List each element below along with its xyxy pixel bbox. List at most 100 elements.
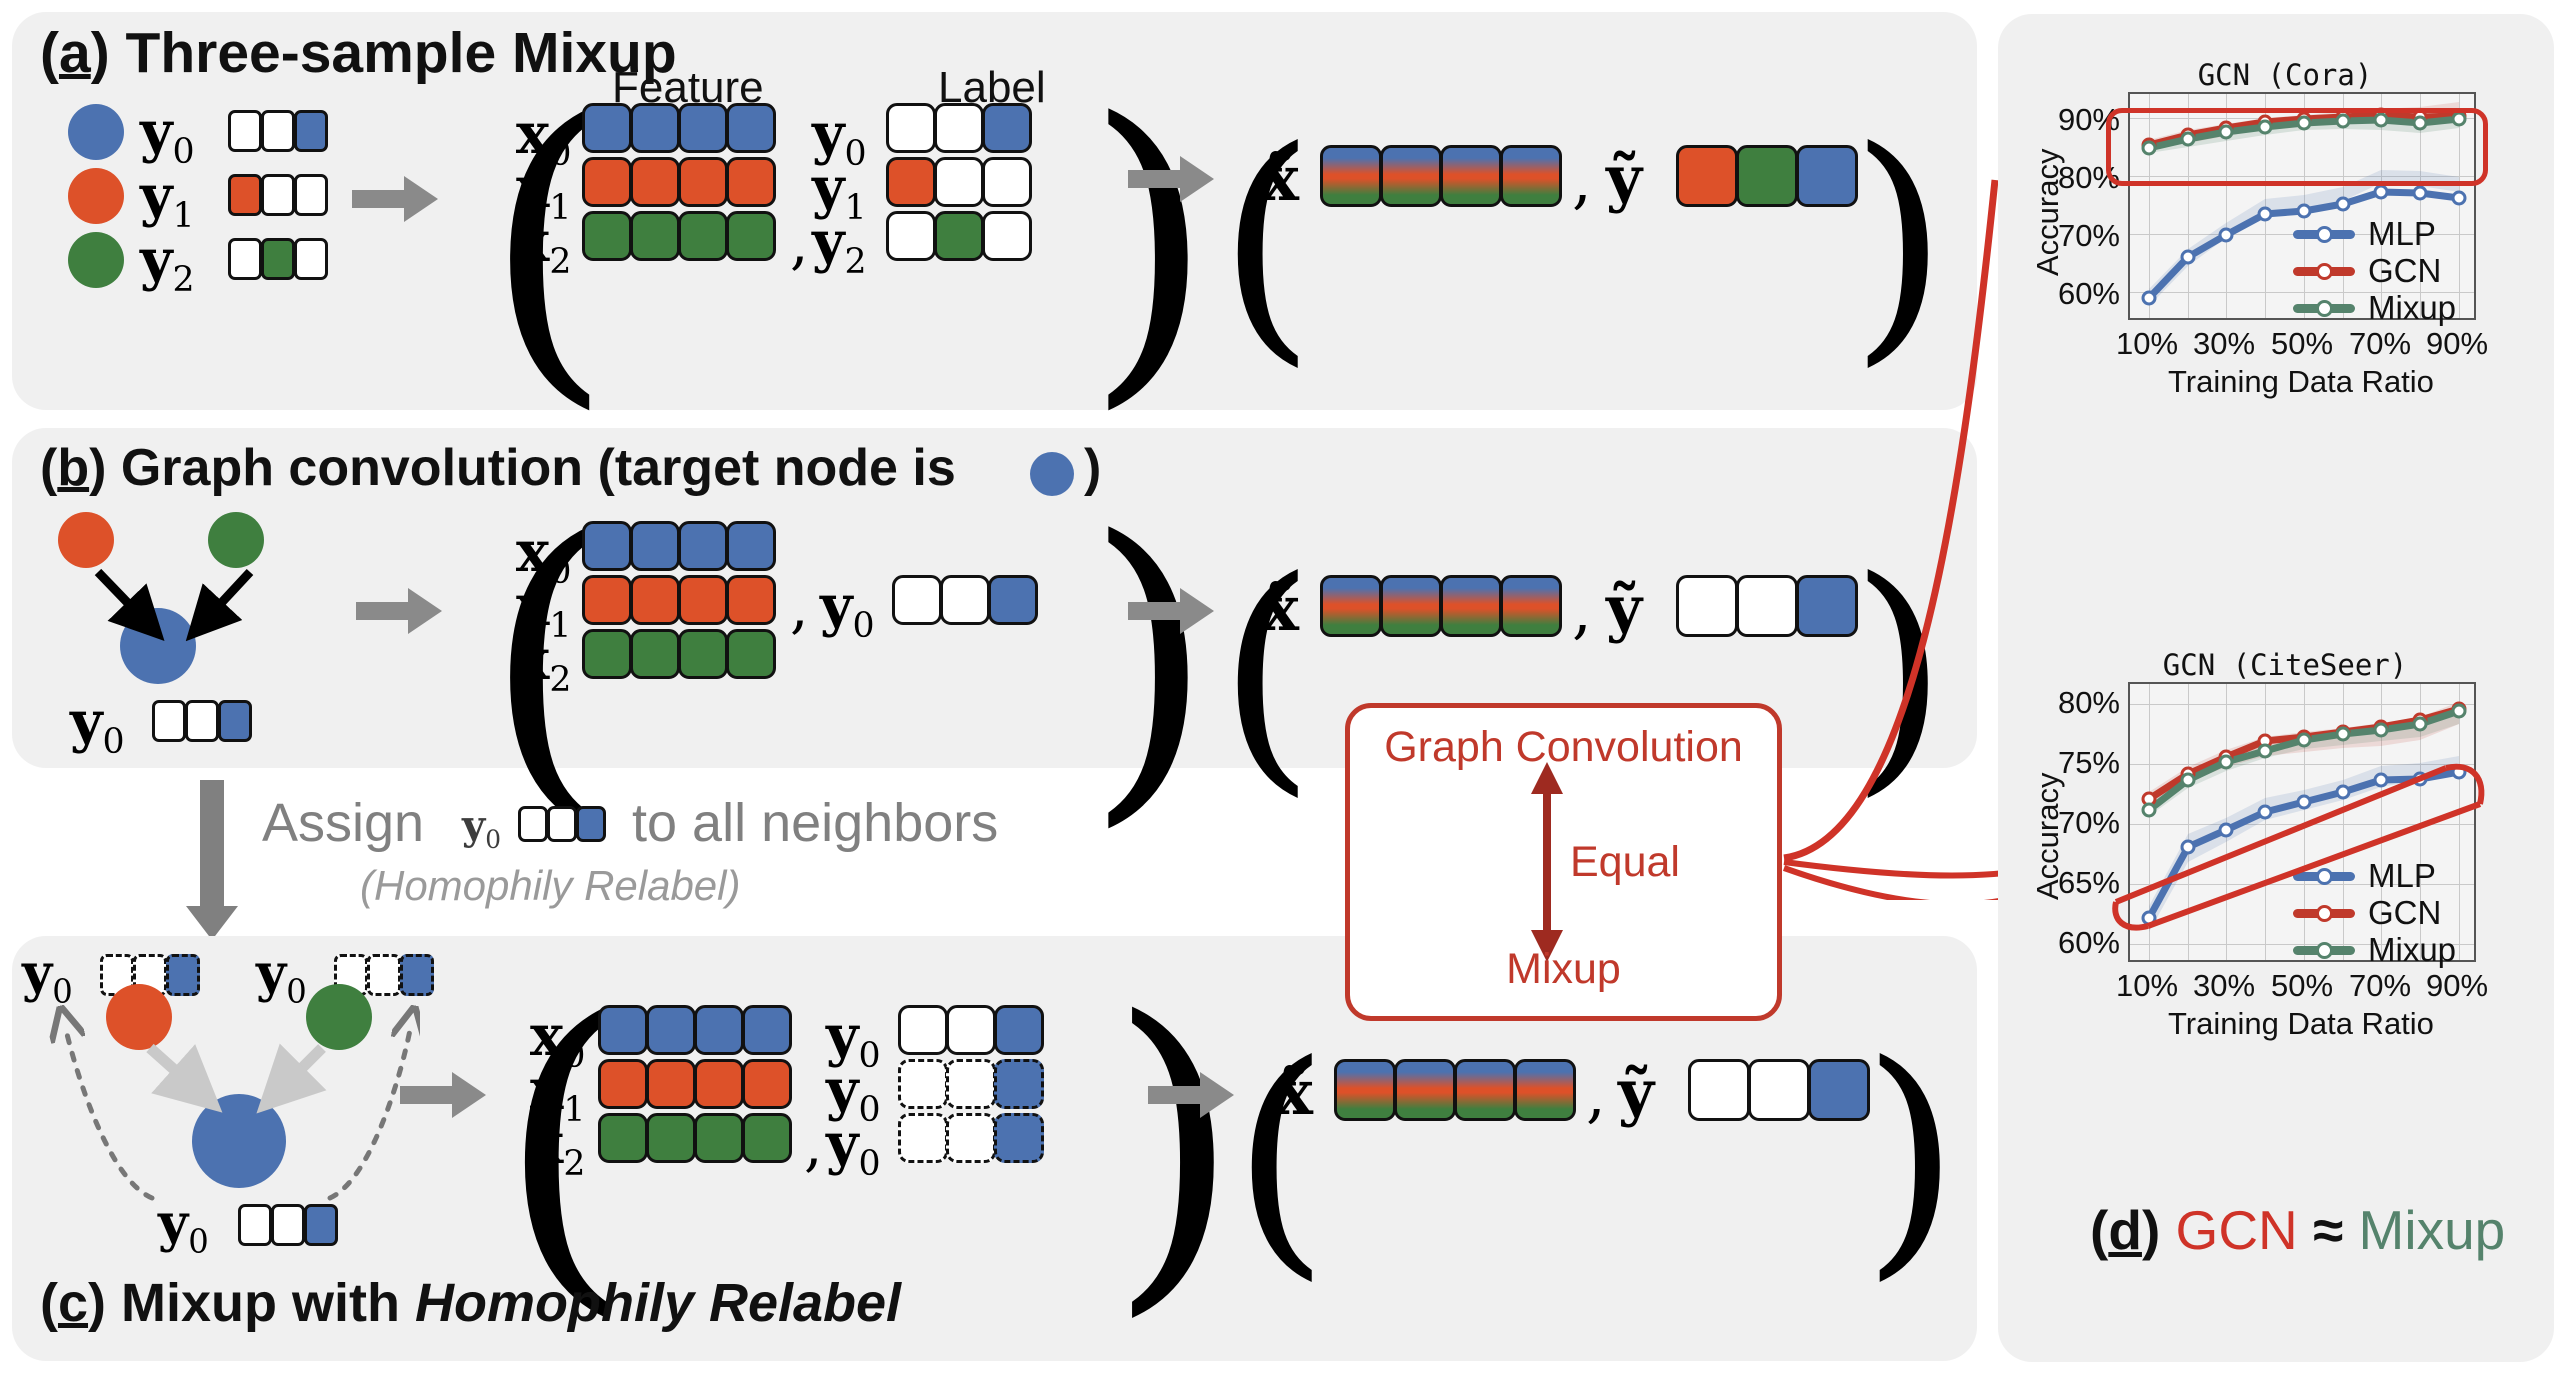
label-vector-bottom-c [238, 1204, 338, 1246]
mixed-feature-cell [1320, 575, 1382, 637]
feature-cell [694, 1059, 744, 1109]
comma-c-result: , [1586, 1058, 1606, 1131]
label-vector-y0-a [228, 110, 328, 152]
legend-swatch [2293, 299, 2355, 317]
feature-cell [678, 521, 728, 571]
chart-cora-highlight-box [2106, 108, 2488, 186]
label-row-y0-b [892, 575, 1038, 625]
sym-xtilde-a: x̃ [1262, 142, 1299, 215]
label-y0-b: y0 [70, 689, 125, 763]
sym-xtilde-b: x̃ [1262, 572, 1299, 645]
legend-marker [2315, 262, 2333, 280]
label-cell [261, 174, 295, 216]
feature-row-x0-b [582, 521, 776, 571]
assign-text-1: Assign [262, 793, 425, 853]
bracket-close-c: ) [1108, 950, 1241, 1346]
bracket-close-c-result: ) [1862, 1011, 1960, 1302]
chart-cora-title: GCN (Cora) [2197, 58, 2373, 92]
panel-d-caption-gcn: GCN [2175, 1199, 2298, 1261]
mixed-feature-row-a [1320, 145, 1562, 207]
panel-c-caption: (c) Mixup with Homophily Relabel [40, 1273, 902, 1333]
label-cell [940, 575, 990, 625]
mixed-feature-cell [1380, 145, 1442, 207]
approx-icon: ≈ [2313, 1199, 2344, 1261]
label-cell [152, 700, 186, 742]
label-cell [898, 1059, 948, 1109]
feature-cell [598, 1005, 648, 1055]
label-cell [886, 211, 936, 261]
label-cell [238, 1204, 272, 1246]
label-y2-a: y2 [140, 227, 195, 301]
arrow-right-b2 [1128, 588, 1214, 634]
sym-ytilde-a: ỹ [1606, 142, 1643, 215]
label-cell [294, 174, 328, 216]
legend-swatch [2293, 262, 2355, 280]
label-cell [898, 1005, 948, 1055]
chart-cora-legend-mlp: MLP [2293, 215, 2436, 253]
graph-edges-b [94, 568, 254, 642]
label-cell [271, 1204, 305, 1246]
assign-sym-y0: y0 [462, 802, 502, 854]
feature-cell [582, 629, 632, 679]
label-cell [994, 1059, 1044, 1109]
label-cell [547, 806, 577, 842]
mixed-feature-cell [1500, 575, 1562, 637]
feature-cell [726, 157, 776, 207]
label-row-y2-a [886, 211, 1032, 261]
feature-cell [742, 1059, 792, 1109]
arrow-right-c1 [400, 1072, 486, 1118]
legend-label: MLP [2368, 215, 2436, 252]
equal-box-middle-label: Equal [1570, 838, 1680, 886]
label-vector-y2-a [228, 238, 328, 280]
feature-cell [678, 211, 728, 261]
assign-subtext: (Homophily Relabel) [360, 862, 741, 909]
mixed-feature-cell [1440, 575, 1502, 637]
label-cell [994, 1113, 1044, 1163]
label-cell [898, 1113, 948, 1163]
legend-label: Mixup [2368, 289, 2457, 326]
feature-cell [598, 1059, 648, 1109]
sym-ytilde-c: ỹ [1618, 1056, 1655, 1129]
label-cell [261, 238, 295, 280]
comma-a: , [790, 209, 809, 277]
chart-cora-ytick-60: 60% [2057, 276, 2120, 311]
chart-cora-xtick-50: 50% [2270, 326, 2334, 361]
mixed-label-cell [1676, 145, 1738, 207]
arrow-down-assign [186, 780, 238, 940]
legend-marker [2315, 941, 2333, 959]
feature-cell [726, 103, 776, 153]
feature-row-x2-b [582, 629, 776, 679]
feature-row-x1-c [598, 1059, 792, 1109]
label-cell [988, 575, 1038, 625]
feature-cell [726, 211, 776, 261]
feature-cell [582, 521, 632, 571]
mixed-feature-cell [1454, 1059, 1516, 1121]
chart-citeseer-xlabel: Training Data Ratio [2168, 1006, 2434, 1041]
chart-citeseer-xtick-90: 90% [2425, 968, 2489, 1003]
legend-label: GCN [2368, 252, 2442, 289]
label-y0-bottom-c: y0 [158, 1193, 209, 1261]
panel-d-caption: (d) GCN ≈ Mixup [2090, 1199, 2506, 1261]
feature-row-x1-b [582, 575, 776, 625]
node-blue-caption-b [1030, 452, 1074, 496]
feature-row-x1-a [582, 157, 776, 207]
feature-row-x2-c [598, 1113, 792, 1163]
mixed-feature-cell [1500, 145, 1562, 207]
feature-cell [678, 629, 728, 679]
bracket-close-b: ) [1085, 471, 1214, 855]
feature-cell [646, 1059, 696, 1109]
chart-cora-ylabel: Accuracy [2030, 148, 2065, 276]
mixed-label-cell [1808, 1059, 1870, 1121]
comma-b: , [790, 573, 809, 641]
feature-cell [630, 157, 680, 207]
arrow-right-a1 [352, 176, 438, 222]
label-cell [886, 157, 936, 207]
label-cell [228, 238, 262, 280]
mixed-feature-cell [1380, 575, 1442, 637]
panel-d-caption-mixup: Mixup [2358, 1199, 2506, 1261]
chart-citeseer-xtick-50: 50% [2270, 968, 2334, 1003]
arrow-right-a2 [1128, 156, 1214, 202]
feature-cell [630, 103, 680, 153]
assign-label-vector [518, 806, 606, 842]
feature-cell [678, 157, 728, 207]
